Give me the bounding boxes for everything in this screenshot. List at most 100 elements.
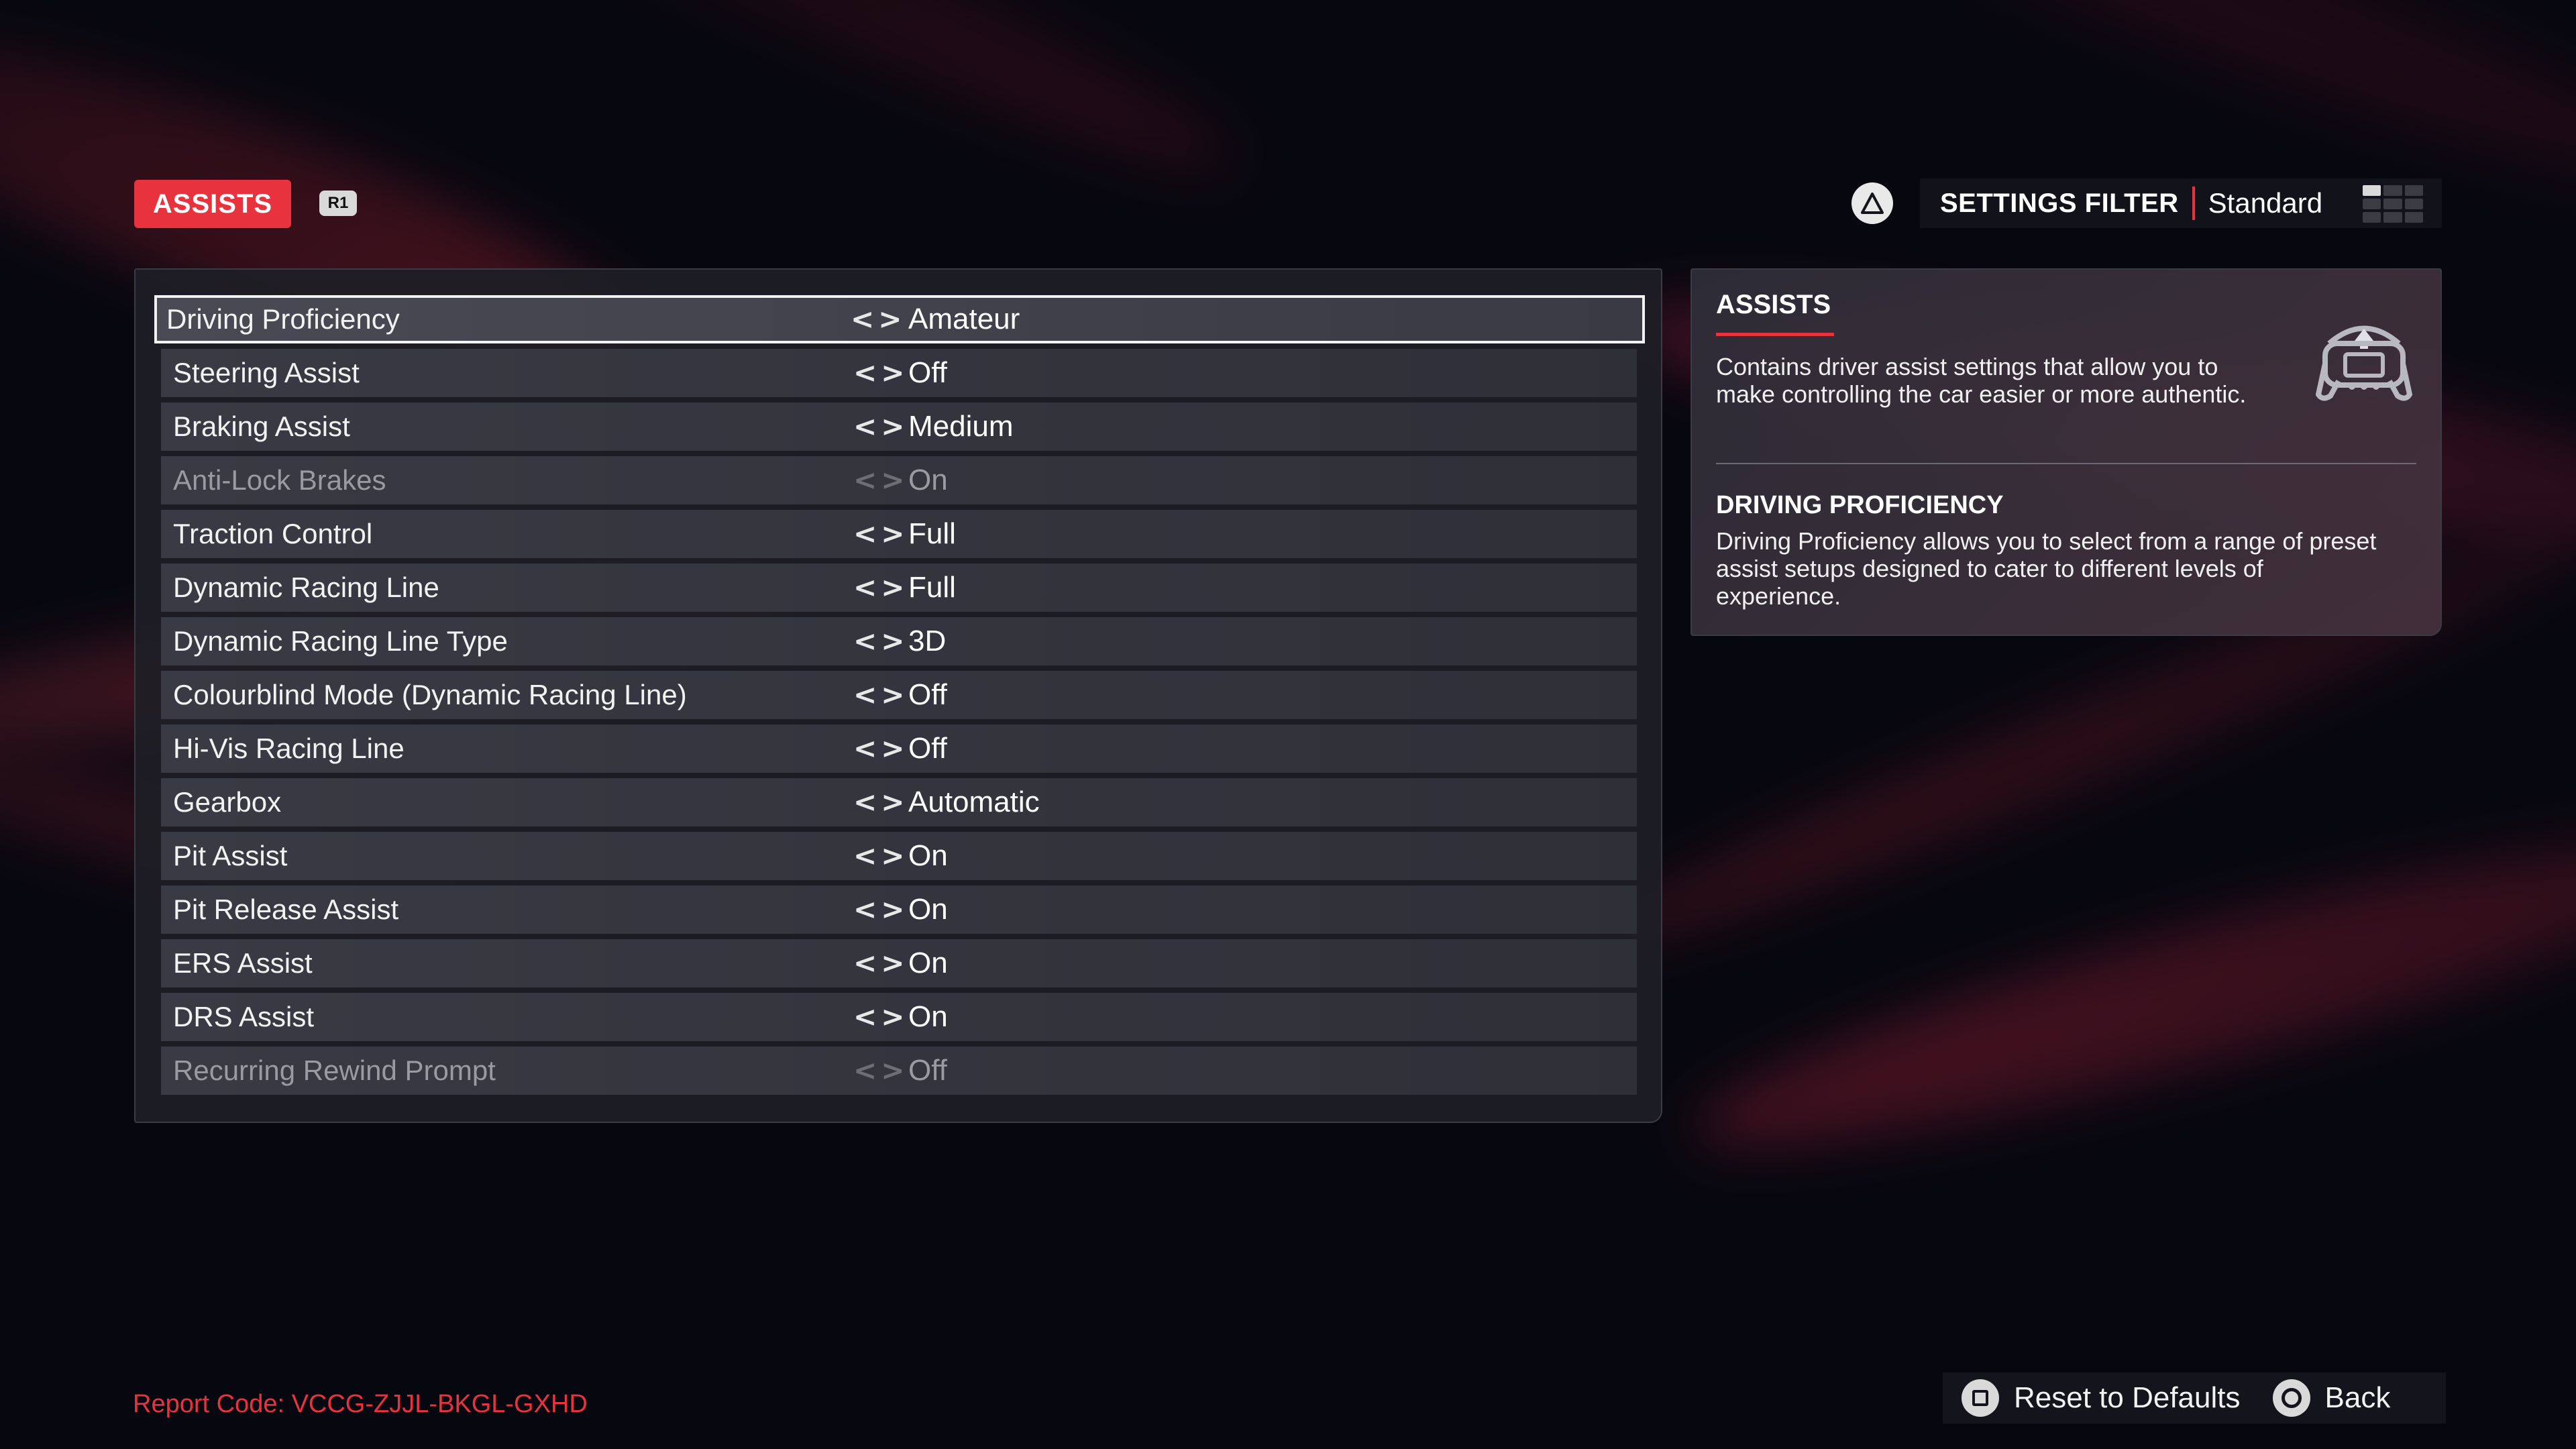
- chevron-left-icon[interactable]: <: [853, 466, 877, 494]
- r1-shortcut-badge: R1: [319, 191, 357, 216]
- settings-filter-label: SETTINGS FILTER: [1940, 188, 2179, 218]
- setting-selector: < >: [853, 724, 904, 773]
- setting-row[interactable]: DRS Assist < > On: [161, 993, 1637, 1041]
- setting-label: Anti-Lock Brakes: [173, 464, 386, 496]
- setting-row[interactable]: Gearbox < > Automatic: [161, 778, 1637, 826]
- setting-row[interactable]: Driving Proficiency < > Amateur: [154, 295, 1645, 343]
- chevron-left-icon[interactable]: <: [853, 1057, 877, 1085]
- chevron-left-icon[interactable]: <: [853, 1003, 877, 1031]
- chevron-left-icon[interactable]: <: [853, 949, 877, 977]
- setting-selector: < >: [853, 402, 904, 451]
- setting-value: Amateur: [908, 303, 1020, 335]
- setting-selector: < >: [853, 939, 904, 987]
- footer-actions: Reset to Defaults Back: [1943, 1373, 2446, 1424]
- setting-selector: < >: [853, 778, 904, 826]
- setting-selector: < >: [851, 298, 902, 341]
- setting-label: Braking Assist: [173, 411, 350, 442]
- info-divider: [1716, 463, 2416, 464]
- setting-label: DRS Assist: [173, 1001, 315, 1032]
- setting-value: 3D: [908, 625, 947, 657]
- setting-selector: < >: [853, 993, 904, 1041]
- back-button[interactable]: Back: [2272, 1379, 2391, 1417]
- setting-value: Off: [908, 356, 947, 389]
- info-description: Contains driver assist settings that all…: [1716, 353, 2247, 408]
- chevron-left-icon[interactable]: <: [853, 896, 877, 924]
- setting-label: Pit Release Assist: [173, 894, 399, 925]
- setting-value: On: [908, 839, 948, 872]
- setting-label: Dynamic Racing Line Type: [173, 625, 508, 657]
- chevron-right-icon[interactable]: >: [881, 842, 904, 870]
- setting-label: Hi-Vis Racing Line: [173, 733, 405, 764]
- settings-list: Driving Proficiency < > Amateur Steering Ass…: [154, 295, 1645, 1100]
- chevron-left-icon[interactable]: <: [853, 413, 877, 441]
- setting-label: ERS Assist: [173, 947, 313, 979]
- triangle-icon[interactable]: [1851, 182, 1893, 224]
- setting-row[interactable]: Traction Control < > Full: [161, 510, 1637, 558]
- setting-value: On: [908, 464, 948, 496]
- chevron-left-icon[interactable]: <: [853, 735, 877, 763]
- setting-selector: < >: [853, 617, 904, 665]
- chevron-right-icon[interactable]: >: [881, 413, 904, 441]
- chevron-right-icon[interactable]: >: [881, 627, 904, 655]
- setting-value: On: [908, 893, 948, 926]
- setting-value: Automatic: [908, 786, 1040, 818]
- chevron-left-icon[interactable]: <: [853, 574, 877, 602]
- setting-row[interactable]: Dynamic Racing Line Type < >3D: [161, 617, 1637, 665]
- setting-row[interactable]: Anti-Lock Brakes < > On: [161, 456, 1637, 504]
- setting-value: Full: [908, 571, 956, 604]
- setting-value: On: [908, 1000, 948, 1033]
- chevron-left-icon[interactable]: <: [853, 788, 877, 816]
- chevron-right-icon[interactable]: >: [881, 735, 904, 763]
- setting-selector: < >: [853, 885, 904, 934]
- setting-row[interactable]: Braking Assist < > Medium: [161, 402, 1637, 451]
- setting-selector: < >: [853, 510, 904, 558]
- chevron-right-icon[interactable]: >: [881, 359, 904, 387]
- tab-assists[interactable]: ASSISTS: [134, 180, 291, 228]
- setting-row[interactable]: ERS Assist < > On: [161, 939, 1637, 987]
- setting-row[interactable]: Recurring Rewind Prompt < > Off: [161, 1046, 1637, 1095]
- chevron-left-icon[interactable]: <: [853, 681, 877, 709]
- setting-selector: < >: [853, 564, 904, 612]
- settings-filter[interactable]: SETTINGS FILTER Standard: [1920, 178, 2442, 228]
- chevron-right-icon[interactable]: >: [881, 1003, 904, 1031]
- setting-row[interactable]: Dynamic Racing Line < > Full: [161, 564, 1637, 612]
- chevron-right-icon[interactable]: >: [881, 1057, 904, 1085]
- setting-value: On: [908, 947, 948, 979]
- chevron-left-icon[interactable]: <: [853, 520, 877, 548]
- chevron-right-icon[interactable]: >: [881, 520, 904, 548]
- setting-selector: < >: [853, 671, 904, 719]
- reset-to-defaults-button[interactable]: Reset to Defaults: [1962, 1379, 2241, 1417]
- reset-label: Reset to Defaults: [2014, 1381, 2241, 1414]
- setting-label: Colourblind Mode (Dynamic Racing Line): [173, 679, 687, 710]
- info-title-underline: [1716, 333, 1834, 336]
- setting-value: Medium: [908, 410, 1014, 443]
- info-title: ASSISTS: [1716, 290, 1831, 319]
- back-label: Back: [2324, 1381, 2391, 1414]
- chevron-right-icon[interactable]: >: [881, 681, 904, 709]
- chevron-left-icon[interactable]: <: [853, 359, 877, 387]
- chevron-right-icon[interactable]: >: [878, 305, 902, 333]
- square-button-icon: [1962, 1379, 1999, 1417]
- settings-panel: Driving Proficiency < > Amateur Steering Ass…: [134, 268, 1662, 1123]
- setting-row[interactable]: Hi-Vis Racing Line < > Off: [161, 724, 1637, 773]
- info-detail-title: DRIVING PROFICIENCY: [1716, 491, 2004, 519]
- setting-label: Pit Assist: [173, 840, 288, 871]
- setting-row[interactable]: Colourblind Mode (Dynamic Racing Line) < >…: [161, 671, 1637, 719]
- setting-row[interactable]: Pit Release Assist < > On: [161, 885, 1637, 934]
- setting-selector: < >: [853, 1046, 904, 1095]
- chevron-right-icon[interactable]: >: [881, 466, 904, 494]
- chevron-right-icon[interactable]: >: [881, 949, 904, 977]
- chevron-right-icon[interactable]: >: [881, 788, 904, 816]
- setting-label: Gearbox: [173, 786, 282, 818]
- setting-selector: < >: [853, 456, 904, 504]
- chevron-left-icon[interactable]: <: [851, 305, 874, 333]
- setting-row[interactable]: Steering Assist < > Off: [161, 349, 1637, 397]
- chevron-left-icon[interactable]: <: [853, 627, 877, 655]
- chevron-right-icon[interactable]: >: [881, 574, 904, 602]
- filter-grid-icon: [2363, 185, 2423, 223]
- chevron-left-icon[interactable]: <: [853, 842, 877, 870]
- chevron-right-icon[interactable]: >: [881, 896, 904, 924]
- setting-label: Traction Control: [173, 518, 373, 549]
- setting-row[interactable]: Pit Assist < > On: [161, 832, 1637, 880]
- setting-label: Recurring Rewind Prompt: [173, 1055, 496, 1086]
